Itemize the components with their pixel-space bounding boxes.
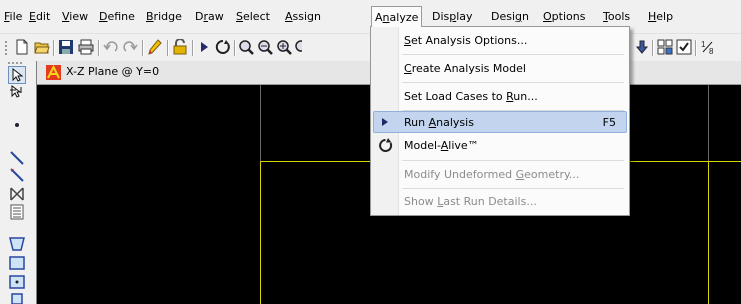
run-analysis-icon[interactable]	[196, 39, 212, 55]
move-down-icon[interactable]	[634, 39, 650, 55]
svg-text:8: 8	[709, 47, 714, 55]
zoom-out-icon[interactable]	[294, 39, 302, 55]
menu-edit[interactable]: Edit	[29, 8, 50, 26]
save-icon[interactable]	[58, 39, 74, 55]
menu-bridge[interactable]: Bridge	[146, 8, 182, 26]
pointer-icon[interactable]	[8, 66, 26, 84]
pencil-icon[interactable]	[147, 39, 163, 55]
reshape-icon[interactable]	[8, 84, 26, 102]
draw-braces-icon[interactable]	[8, 185, 26, 203]
shortcut-label: F5	[602, 116, 616, 129]
zoom-in-icon[interactable]	[276, 39, 292, 55]
draw-solid-icon[interactable]	[8, 292, 26, 304]
menu-define[interactable]: Define	[99, 8, 135, 26]
menu-select[interactable]: Select	[236, 8, 270, 26]
menu-item-set-analysis-options[interactable]: Set Analysis Options...	[373, 30, 627, 52]
svg-text:1: 1	[701, 40, 706, 49]
zoom-window-icon[interactable]	[238, 39, 254, 55]
toolbar-grip-icon	[8, 62, 22, 64]
menu-tools[interactable]: Tools	[603, 8, 630, 26]
lock-icon[interactable]	[172, 39, 188, 55]
menu-item-show-last-run-details: Show Last Run Details...	[404, 195, 537, 208]
draw-rect-area-icon[interactable]	[8, 254, 26, 272]
model-alive-icon	[379, 138, 393, 152]
menu-item-model-alive[interactable]: Model-Alive™	[373, 135, 627, 157]
draw-frame-icon[interactable]	[8, 149, 26, 167]
quick-draw-area-icon[interactable]	[8, 273, 26, 291]
menu-item-modify-undeformed-geometry: Modify Undeformed Geometry...	[404, 168, 580, 181]
menu-assign[interactable]: Assign	[285, 8, 321, 26]
menu-item-run-analysis[interactable]: Run Analysis F5	[373, 111, 627, 133]
zoom-previous-icon[interactable]	[257, 39, 273, 55]
new-file-icon[interactable]	[14, 39, 30, 55]
toolbar-grip-icon	[5, 41, 7, 55]
redo-icon[interactable]	[122, 39, 138, 55]
menu-item-set-load-cases-to-run[interactable]: Set Load Cases to Run...	[373, 86, 627, 108]
snap-grid-icon[interactable]	[657, 39, 673, 55]
draw-joint-icon[interactable]	[8, 116, 26, 134]
menu-design[interactable]: Design	[491, 8, 529, 26]
fraction-icon[interactable]: 18	[700, 39, 716, 55]
side-toolbar	[0, 61, 36, 304]
menu-help[interactable]: Help	[648, 8, 673, 26]
menu-file[interactable]: File	[4, 8, 22, 26]
menu-item-create-analysis-model[interactable]: Create Analysis Model	[373, 58, 627, 80]
menu-view[interactable]: View	[62, 8, 88, 26]
print-icon[interactable]	[78, 39, 94, 55]
model-alive-icon[interactable]	[215, 39, 231, 55]
menu-analyze[interactable]: Analyze	[371, 6, 423, 27]
checkbox-icon[interactable]	[676, 39, 692, 55]
analyze-menu-dropdown: Set Analysis Options... Create Analysis …	[370, 26, 630, 216]
menu-draw[interactable]: Draw	[195, 8, 224, 26]
view-title: X-Z Plane @ Y=0	[66, 65, 160, 78]
menu-options[interactable]: Options	[543, 8, 585, 26]
quick-draw-frame-icon[interactable]	[8, 166, 26, 184]
draw-poly-area-icon[interactable]	[8, 235, 26, 253]
undo-icon[interactable]	[103, 39, 119, 55]
structure-view-icon	[46, 65, 61, 80]
draw-links-icon[interactable]	[8, 203, 26, 221]
menu-display[interactable]: Display	[432, 8, 473, 26]
play-arrow-icon	[382, 118, 388, 126]
open-folder-icon[interactable]	[34, 39, 50, 55]
